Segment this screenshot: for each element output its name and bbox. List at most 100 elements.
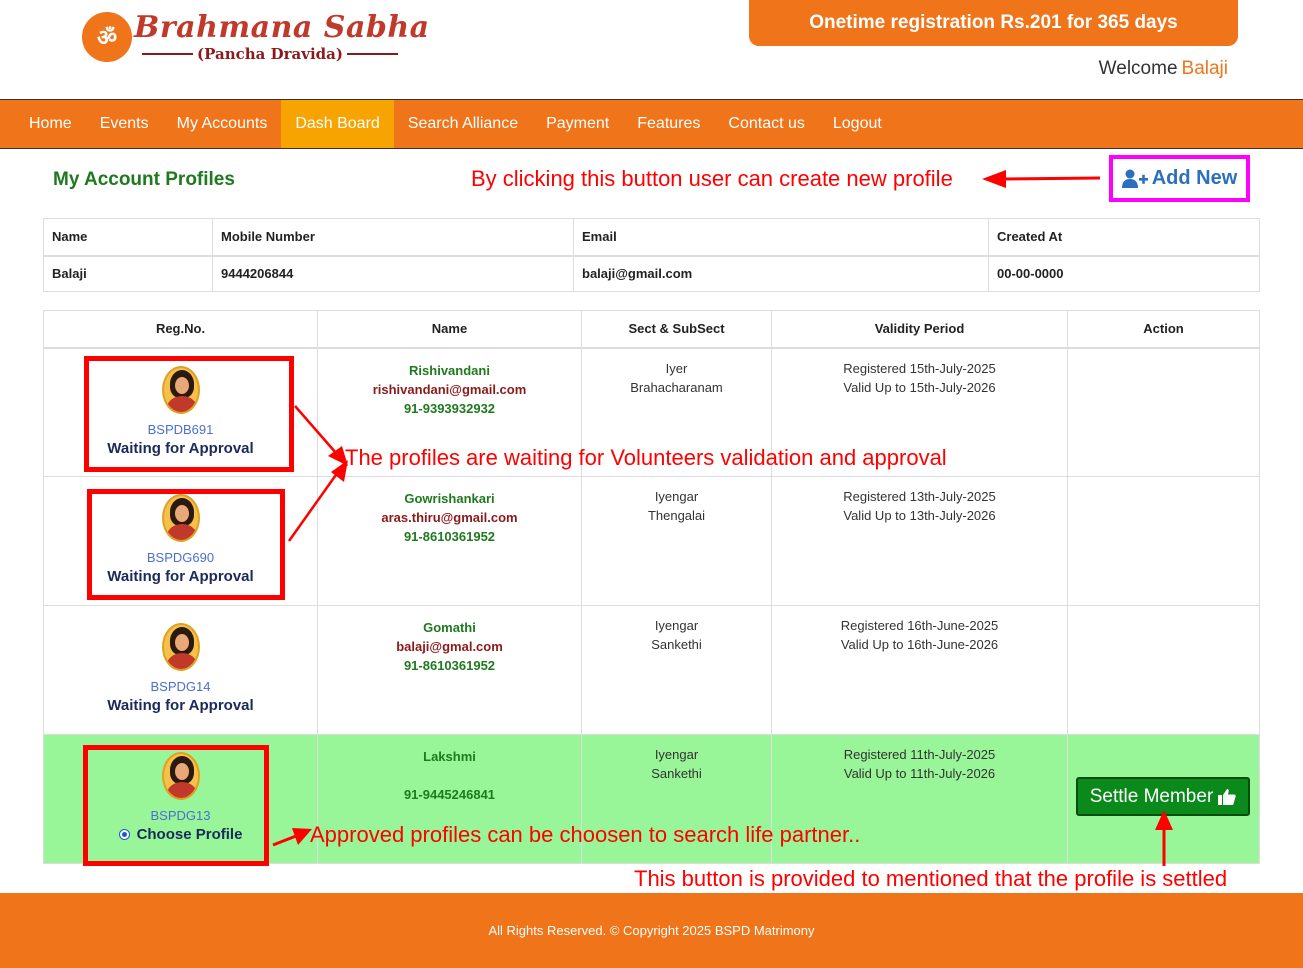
promo-banner: Onetime registration Rs.201 for 365 days <box>749 0 1238 46</box>
footer-copyright: All Rights Reserved. © Copyright 2025 BS… <box>488 923 815 938</box>
col-profile-name: Name <box>317 310 582 349</box>
account-table: Name Mobile Number Email Created At Bala… <box>43 218 1260 292</box>
logo-subtitle: (Pancha Dravida) <box>142 45 398 63</box>
profile-name: Rishivandani <box>409 362 490 378</box>
logo-divider <box>346 53 398 55</box>
valid-up-to: Valid Up to 15th-July-2026 <box>843 379 996 395</box>
regno-link[interactable]: BSPDG14 <box>44 679 317 694</box>
valid-up-to: Valid Up to 11th-July-2026 <box>843 766 996 781</box>
sect-cell: Iyengar Thengalai <box>581 476 772 606</box>
welcome-username: Balaji <box>1181 58 1228 79</box>
logo-title: Brahmana Sabha <box>134 10 430 45</box>
col-created-at: Created At <box>988 218 1260 257</box>
arrow-line <box>1001 176 1101 181</box>
col-email: Email <box>573 218 989 257</box>
valid-up-to: Valid Up to 13th-July-2026 <box>843 508 996 523</box>
profile-avatar[interactable] <box>161 623 200 671</box>
nav-contact-us[interactable]: Contact us <box>714 100 818 148</box>
profile-name-cell: Gowrishankari aras.thiru@gmail.com 91-86… <box>317 476 582 606</box>
action-cell <box>1067 605 1260 735</box>
account-table-header: Name Mobile Number Email Created At <box>43 218 1260 257</box>
profile-email: balaji@gmal.com <box>396 639 503 654</box>
regno-cell: BSPDG14 Waiting for Approval <box>43 605 318 735</box>
account-mobile: 9444206844 <box>212 255 574 292</box>
table-row: BSPDG14 Waiting for Approval Gomathi bal… <box>43 605 1260 735</box>
registered-date: Registered 16th-June-2025 <box>840 618 999 633</box>
action-cell: Settle Member <box>1067 734 1260 864</box>
user-plus-icon <box>1121 169 1148 188</box>
col-name: Name <box>43 218 213 257</box>
annotation-waiting: The profiles are waiting for Volunteers … <box>345 445 947 470</box>
logo-subtitle-text: (Pancha Dravida) <box>197 45 343 63</box>
om-emblem-icon: ॐ <box>82 12 132 62</box>
profile-name-cell: Gomathi balaji@gmal.com 91-8610361952 <box>317 605 582 735</box>
action-cell <box>1067 347 1260 477</box>
subsect: Sankethi <box>651 637 702 652</box>
nav-home[interactable]: Home <box>15 100 86 148</box>
nav-logout[interactable]: Logout <box>819 100 896 148</box>
table-row: Balaji 9444206844 balaji@gmail.com 00-00… <box>43 255 1260 292</box>
annotation-add-new: By clicking this button user can create … <box>471 166 953 191</box>
sect-cell: Iyengar Sankethi <box>581 605 772 735</box>
registered-date: Registered 11th-July-2025 <box>843 747 996 762</box>
validity-cell: Registered 13th-July-2025 Valid Up to 13… <box>771 476 1068 606</box>
valid-up-to: Valid Up to 16th-June-2026 <box>840 637 999 652</box>
annotation-settle: This button is provided to mentioned tha… <box>634 866 1228 891</box>
subsect: Sankethi <box>651 766 702 781</box>
page-title: My Account Profiles <box>53 169 235 190</box>
annotation-box <box>84 356 294 472</box>
welcome-label: Welcome <box>1098 58 1178 79</box>
nav-events[interactable]: Events <box>86 100 163 148</box>
sect: Iyengar <box>654 747 699 762</box>
profile-mobile: 91-9393932932 <box>403 400 496 416</box>
nav-payment[interactable]: Payment <box>532 100 623 148</box>
subsect: Thengalai <box>647 508 706 523</box>
profile-email <box>318 766 581 785</box>
nav-my-accounts[interactable]: My Accounts <box>163 100 282 148</box>
status-label: Waiting for Approval <box>107 697 254 714</box>
settle-member-button[interactable]: Settle Member <box>1076 777 1250 816</box>
col-regno: Reg.No. <box>43 310 318 349</box>
account-name: Balaji <box>43 255 213 292</box>
annotation-box <box>83 745 269 866</box>
col-action: Action <box>1067 310 1260 349</box>
welcome-message: Welcome Balaji <box>1099 58 1228 80</box>
footer: All Rights Reserved. © Copyright 2025 BS… <box>0 893 1303 968</box>
annotation-box <box>87 489 285 600</box>
nav-features[interactable]: Features <box>623 100 714 148</box>
account-email: balaji@gmail.com <box>573 255 989 292</box>
profile-mobile: 91-9445246841 <box>403 787 496 802</box>
profile-email: aras.thiru@gmail.com <box>381 510 518 525</box>
arrow-head <box>982 170 1006 188</box>
annotation-approved: Approved profiles can be choosen to sear… <box>310 822 861 847</box>
account-created-at: 00-00-0000 <box>988 255 1260 292</box>
col-mobile: Mobile Number <box>212 218 574 257</box>
nav-dash-board[interactable]: Dash Board <box>281 100 394 148</box>
nav-search-alliance[interactable]: Search Alliance <box>394 100 532 148</box>
subsect: Brahacharanam <box>630 379 723 395</box>
sect: Iyer <box>665 360 688 376</box>
registered-date: Registered 13th-July-2025 <box>843 489 996 504</box>
profile-name: Gomathi <box>423 620 476 635</box>
settle-member-label: Settle Member <box>1089 785 1214 807</box>
profile-name: Lakshmi <box>423 749 476 764</box>
add-new-highlight: Add New <box>1109 155 1250 202</box>
profile-email: rishivandani@gmail.com <box>372 381 527 397</box>
col-sect: Sect & SubSect <box>581 310 772 349</box>
sect: Iyengar <box>654 618 699 633</box>
profile-name: Gowrishankari <box>404 491 495 506</box>
profile-mobile: 91-8610361952 <box>403 658 496 673</box>
logo-divider <box>142 53 194 55</box>
thumbs-up-icon <box>1218 788 1236 805</box>
add-new-label: Add New <box>1151 167 1238 189</box>
site-logo[interactable]: ॐ Brahmana Sabha (Pancha Dravida) <box>82 10 429 76</box>
main-navbar: Home Events My Accounts Dash Board Searc… <box>0 99 1303 149</box>
profile-mobile: 91-8610361952 <box>403 529 496 544</box>
action-cell <box>1067 476 1260 606</box>
add-new-button[interactable]: Add New <box>1121 167 1238 190</box>
sect: Iyengar <box>654 489 699 504</box>
profiles-table-header: Reg.No. Name Sect & SubSect Validity Per… <box>43 310 1260 349</box>
registered-date: Registered 15th-July-2025 <box>843 360 996 376</box>
col-validity: Validity Period <box>771 310 1068 349</box>
validity-cell: Registered 16th-June-2025 Valid Up to 16… <box>771 605 1068 735</box>
